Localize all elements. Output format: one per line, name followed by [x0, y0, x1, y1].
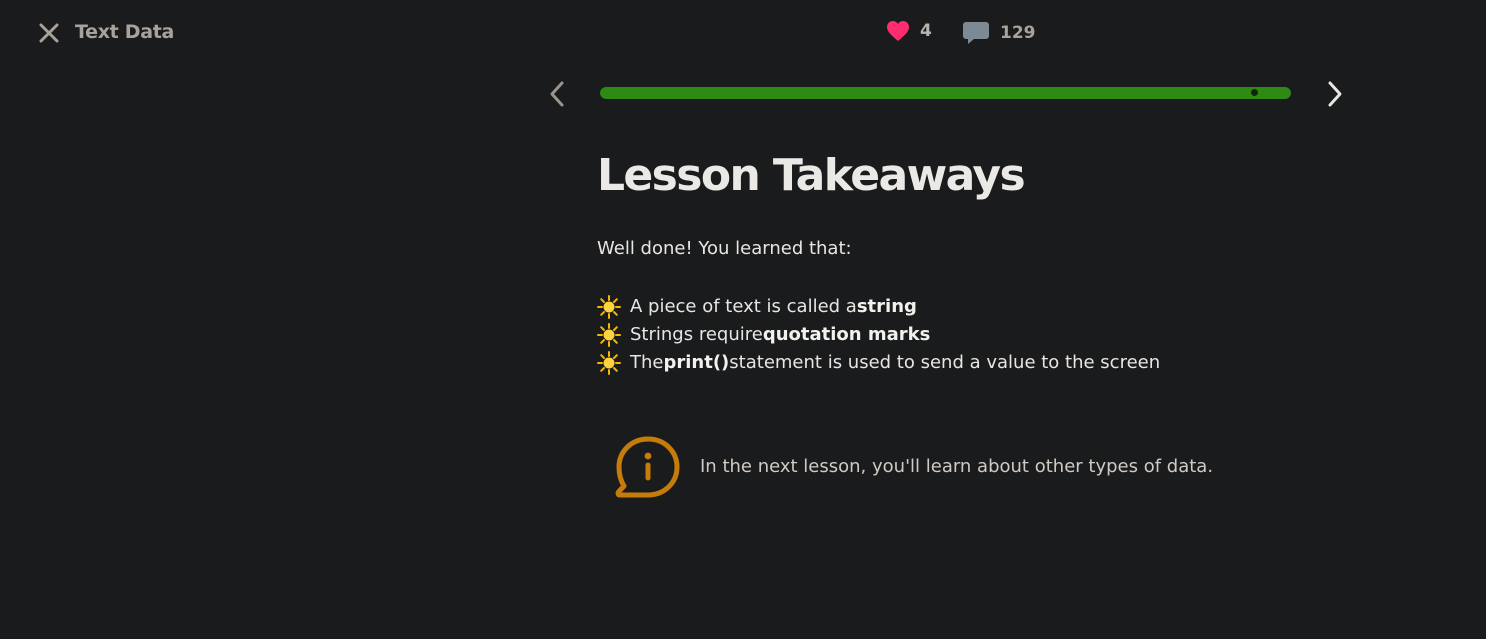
sun-icon	[597, 323, 621, 347]
like-button[interactable]: 4	[886, 20, 932, 42]
progress-bar[interactable]	[600, 87, 1291, 99]
info-bubble-icon	[615, 436, 680, 498]
chevron-right-icon	[1328, 81, 1342, 107]
takeaway-text: A piece of text is called a	[630, 296, 857, 317]
sun-icon	[597, 351, 621, 375]
page-heading: Lesson Takeaways	[597, 150, 1026, 201]
takeaway-text: The	[630, 352, 664, 373]
list-item: Strings require quotation marks	[597, 321, 1160, 349]
heart-icon	[887, 21, 909, 41]
sun-icon	[597, 295, 621, 319]
intro-text: Well done! You learned that:	[597, 238, 852, 259]
takeaway-text-after: statement is used to send a value to the…	[729, 352, 1161, 373]
progress-fill	[600, 87, 1291, 99]
progress-marker[interactable]	[1251, 89, 1258, 96]
previous-button[interactable]	[544, 79, 570, 109]
close-icon	[39, 23, 59, 43]
comments-count: 129	[1000, 23, 1036, 43]
likes-count: 4	[920, 21, 932, 41]
takeaway-text: Strings require	[630, 324, 763, 345]
takeaways-list: A piece of text is called a string Strin…	[597, 293, 1160, 377]
comment-icon	[963, 22, 989, 44]
takeaway-emphasis: string	[856, 296, 917, 317]
lesson-title: Text Data	[75, 21, 175, 43]
list-item: The print() statement is used to send a …	[597, 349, 1160, 377]
next-button[interactable]	[1322, 79, 1348, 109]
info-callout-text: In the next lesson, you'll learn about o…	[700, 456, 1214, 477]
comments-button[interactable]: 129	[962, 20, 1036, 46]
takeaway-emphasis: quotation marks	[762, 324, 931, 345]
takeaway-emphasis: print()	[663, 352, 730, 373]
lesson-page: Text Data 4 129 Lesson Takeaways Well do…	[0, 0, 1486, 639]
chevron-left-icon	[550, 81, 564, 107]
list-item: A piece of text is called a string	[597, 293, 1160, 321]
close-button[interactable]	[38, 22, 60, 44]
